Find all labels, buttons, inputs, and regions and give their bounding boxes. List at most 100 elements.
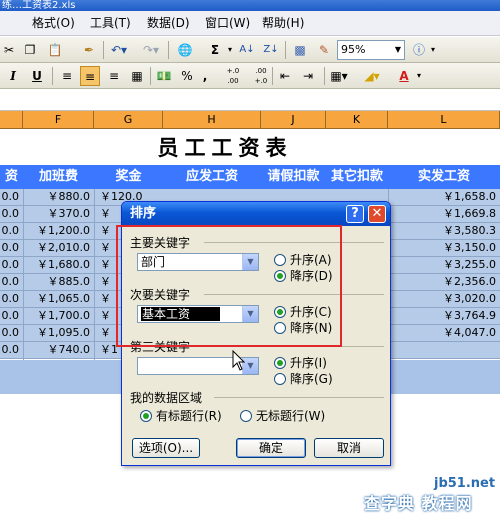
help-button[interactable]: ? xyxy=(346,205,364,223)
table-cell[interactable]: ￥1,680.0 xyxy=(23,257,94,273)
format-painter-icon[interactable]: ✒ xyxy=(80,40,98,60)
table-cell[interactable]: ￥740.0 xyxy=(23,342,94,358)
align-left-icon[interactable]: ≡ xyxy=(58,66,76,86)
autosum-dropdown-icon[interactable]: ▾ xyxy=(225,40,235,60)
table-header-cell[interactable]: 资 xyxy=(0,165,23,189)
underline-icon[interactable]: U xyxy=(30,66,44,86)
column-header-k[interactable]: K xyxy=(326,111,388,129)
secondary-key-select[interactable]: 基本工资 ▼ xyxy=(137,305,259,323)
close-button[interactable]: ✕ xyxy=(368,205,386,223)
drawing-icon[interactable]: ✎ xyxy=(314,40,334,60)
increase-indent-icon[interactable]: ⇥ xyxy=(300,66,316,86)
menu-format[interactable]: 格式(O) xyxy=(32,15,75,32)
decrease-decimal-icon[interactable]: .00 +.0 xyxy=(250,66,272,86)
primary-desc-radio[interactable]: 降序(D) xyxy=(274,268,333,283)
cancel-button[interactable]: 取消 xyxy=(314,438,384,458)
undo-icon[interactable]: ↶▾ xyxy=(108,40,130,60)
table-header-cell[interactable]: 其它扣款 xyxy=(326,165,388,189)
column-header-e[interactable] xyxy=(0,111,23,129)
align-right-icon[interactable]: ≡ xyxy=(105,66,123,86)
menu-data[interactable]: 数据(D) xyxy=(147,15,190,32)
table-cell[interactable]: ￥1,669.8 xyxy=(388,206,500,222)
table-header-cell[interactable]: 奖金 xyxy=(94,165,163,189)
zoom-combo[interactable]: 95% ▼ xyxy=(337,40,405,60)
table-cell[interactable]: ￥4,047.0 xyxy=(388,325,500,341)
table-cell[interactable]: 0.0 xyxy=(0,206,23,222)
table-cell[interactable]: ￥370.0 xyxy=(23,206,94,222)
chart-wizard-icon[interactable]: ▩ xyxy=(290,40,310,60)
table-cell[interactable]: 0.0 xyxy=(0,325,23,341)
toolbar-options-icon[interactable]: ▾ xyxy=(428,40,438,60)
menu-window[interactable]: 窗口(W) xyxy=(205,15,250,32)
fill-color-icon[interactable]: ◢▾ xyxy=(362,66,382,86)
table-cell[interactable]: ￥2,010.0 xyxy=(23,240,94,256)
table-cell[interactable]: ￥1,700.0 xyxy=(23,308,94,324)
secondary-desc-radio[interactable]: 降序(N) xyxy=(274,320,332,335)
options-button[interactable]: 选项(O)... xyxy=(132,438,200,458)
menu-help[interactable]: 帮助(H) xyxy=(262,15,304,32)
tertiary-asc-radio[interactable]: 升序(I) xyxy=(274,355,327,370)
sort-descending-icon[interactable]: Z↓ xyxy=(262,40,280,60)
table-cell[interactable]: 0.0 xyxy=(0,257,23,273)
primary-key-select[interactable]: 部门 ▼ xyxy=(137,253,259,271)
table-cell[interactable]: 0.0 xyxy=(0,189,23,205)
cut-icon[interactable]: ✂ xyxy=(2,40,16,60)
table-header-cell[interactable]: 请假扣款 xyxy=(261,165,326,189)
table-cell[interactable]: 0.0 xyxy=(0,223,23,239)
menu-tools[interactable]: 工具(T) xyxy=(90,15,131,32)
table-cell[interactable]: ￥3,020.0 xyxy=(388,291,500,307)
table-cell[interactable]: ￥3,255.0 xyxy=(388,257,500,273)
table-cell[interactable]: 0.0 xyxy=(0,240,23,256)
table-cell[interactable]: ￥3,764.9 xyxy=(388,308,500,324)
table-cell[interactable]: ￥885.0 xyxy=(23,274,94,290)
table-cell[interactable]: 0.0 xyxy=(0,274,23,290)
table-cell[interactable]: ￥3,580.3 xyxy=(388,223,500,239)
column-header-l[interactable]: L xyxy=(388,111,500,129)
table-cell[interactable]: 0.0 xyxy=(0,342,23,358)
italic-icon[interactable]: I xyxy=(6,66,20,86)
table-cell[interactable]: ￥2,356.0 xyxy=(388,274,500,290)
redo-icon[interactable]: ↷▾ xyxy=(140,40,162,60)
table-cell[interactable]: ￥1,095.0 xyxy=(23,325,94,341)
has-header-radio[interactable]: 有标题行(R) xyxy=(140,408,222,423)
table-cell[interactable]: ￥3,150.0 xyxy=(388,240,500,256)
column-header-g[interactable]: G xyxy=(94,111,163,129)
copy-icon[interactable]: ❐ xyxy=(22,40,38,60)
table-cell[interactable]: ￥1,200.0 xyxy=(23,223,94,239)
autosum-icon[interactable]: Σ xyxy=(205,40,225,60)
table-cell[interactable]: ￥1,065.0 xyxy=(23,291,94,307)
sort-ascending-icon[interactable]: A↓ xyxy=(238,40,256,60)
no-header-radio[interactable]: 无标题行(W) xyxy=(240,408,325,423)
column-header-j[interactable]: J xyxy=(261,111,326,129)
hyperlink-icon[interactable]: 🌐 xyxy=(175,40,195,60)
chevron-down-icon[interactable]: ▼ xyxy=(242,306,258,322)
column-header-f[interactable]: F xyxy=(23,111,94,129)
currency-icon[interactable]: 💵 xyxy=(155,66,173,86)
table-cell[interactable]: 0.0 xyxy=(0,308,23,324)
increase-decimal-icon[interactable]: +.0 .00 xyxy=(222,66,244,86)
ok-button[interactable]: 确定 xyxy=(236,438,306,458)
table-header-cell[interactable]: 应发工资 xyxy=(163,165,261,189)
zoom-dropdown-icon[interactable]: ▼ xyxy=(392,41,404,59)
table-cell[interactable]: ￥1,658.0 xyxy=(388,189,500,205)
secondary-asc-radio[interactable]: 升序(C) xyxy=(274,304,332,319)
help-icon[interactable]: ⓘ xyxy=(410,40,428,60)
table-header-cell[interactable]: 实发工资 xyxy=(388,165,500,189)
table-cell[interactable]: 0.0 xyxy=(0,291,23,307)
primary-asc-radio[interactable]: 升序(A) xyxy=(274,252,332,267)
percent-icon[interactable]: % xyxy=(180,66,194,86)
align-center-icon[interactable]: ≡ xyxy=(80,66,100,86)
table-cell[interactable]: ￥880.0 xyxy=(23,189,94,205)
font-color-icon[interactable]: A xyxy=(394,66,414,86)
merge-center-icon[interactable]: ▦ xyxy=(128,66,146,86)
tertiary-desc-radio[interactable]: 降序(G) xyxy=(274,371,333,386)
comma-icon[interactable]: , xyxy=(200,66,210,86)
formula-bar[interactable] xyxy=(0,90,500,111)
font-color-dropdown-icon[interactable]: ▾ xyxy=(414,66,424,86)
borders-icon[interactable]: ▦▾ xyxy=(330,66,348,86)
paste-icon[interactable]: 📋 xyxy=(44,40,66,60)
table-header-cell[interactable]: 加班费 xyxy=(23,165,94,189)
chevron-down-icon[interactable]: ▼ xyxy=(242,254,258,270)
decrease-indent-icon[interactable]: ⇤ xyxy=(277,66,293,86)
column-header-h[interactable]: H xyxy=(163,111,261,129)
